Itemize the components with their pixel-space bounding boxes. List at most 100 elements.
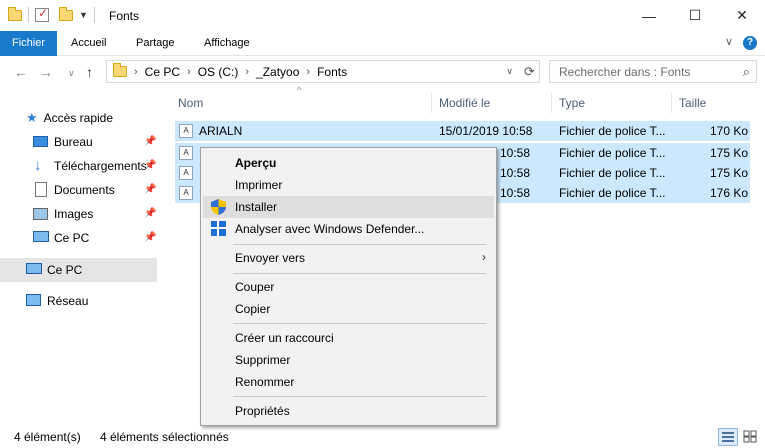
up-icon[interactable]: ↑: [86, 64, 93, 80]
column-divider[interactable]: [671, 93, 672, 113]
tab-view[interactable]: Affichage: [192, 31, 262, 56]
sidebar-item-downloads[interactable]: ↓ Téléchargements 📌: [0, 155, 157, 177]
help-icon[interactable]: ?: [743, 36, 757, 50]
sidebar-item-label: Téléchargements: [54, 159, 147, 173]
menu-item-label: Créer un raccourci: [235, 331, 334, 345]
breadcrumb-separator[interactable]: ›: [187, 66, 191, 78]
pin-icon[interactable]: 📌: [144, 136, 156, 147]
pin-icon[interactable]: 📌: [144, 184, 156, 195]
breadcrumb-separator[interactable]: ›: [245, 66, 249, 78]
menu-item-rename[interactable]: Renommer: [203, 371, 494, 393]
quick-access-toolbar: ▼: [8, 6, 95, 23]
sidebar-item-desktop[interactable]: Bureau 📌: [0, 131, 157, 153]
column-divider[interactable]: [551, 93, 552, 113]
menu-item-send-to[interactable]: Envoyer vers ›: [203, 247, 494, 269]
large-icons-view-icon[interactable]: [741, 428, 761, 446]
menu-item-label: Couper: [235, 280, 275, 294]
details-view-icon[interactable]: [718, 428, 738, 446]
menu-item-properties[interactable]: Propriétés: [203, 400, 494, 422]
menu-item-cut[interactable]: Couper: [203, 276, 494, 298]
column-header-name[interactable]: Nom: [178, 96, 203, 110]
sidebar-item-label: Réseau: [47, 294, 89, 308]
sidebar-item-quick-access[interactable]: ★ Accès rapide: [26, 107, 156, 129]
properties-icon[interactable]: [35, 6, 49, 22]
menu-item-create-shortcut[interactable]: Créer un raccourci: [203, 327, 494, 349]
minimize-button[interactable]: —: [626, 0, 672, 31]
title-bar: ▼ Fonts — ☐ ✕: [0, 0, 765, 31]
menu-item-label: Analyser avec Windows Defender...: [235, 222, 425, 236]
menu-item-preview[interactable]: Aperçu: [203, 152, 494, 174]
breadcrumb-drive[interactable]: OS (C:): [198, 65, 239, 79]
file-modified: 10:58: [500, 146, 531, 160]
sidebar-item-label: Ce PC: [47, 263, 83, 277]
pin-icon[interactable]: 📌: [144, 208, 156, 219]
ribbon-tabs: Fichier Accueil Partage Affichage ∨ ?: [0, 31, 765, 56]
sidebar-item-this-pc-pinned[interactable]: Ce PC 📌: [0, 227, 157, 249]
sidebar-item-pictures[interactable]: Images 📌: [0, 203, 157, 225]
table-row[interactable]: A ARIALN 15/01/2019 10:58 Fichier de pol…: [175, 121, 750, 141]
window-title: Fonts: [109, 9, 140, 23]
folder-icon: [113, 63, 127, 77]
sort-ascending-icon: ^: [297, 85, 302, 95]
back-icon[interactable]: ←: [14, 64, 28, 80]
refresh-icon[interactable]: ⟳: [519, 61, 539, 82]
breadcrumb-separator[interactable]: ›: [306, 66, 310, 78]
file-name: ARIALN: [199, 124, 243, 138]
sidebar-item-label: Ce PC: [54, 231, 90, 245]
menu-item-label: Envoyer vers: [235, 251, 306, 265]
tab-share[interactable]: Partage: [124, 31, 187, 56]
menu-item-label: Imprimer: [235, 178, 283, 192]
breadcrumb-zatyoo[interactable]: _Zatyoo: [256, 65, 299, 79]
menu-item-label: Propriétés: [235, 404, 290, 418]
folder-icon: [8, 6, 22, 21]
menu-item-print[interactable]: Imprimer: [203, 174, 494, 196]
sidebar-item-network[interactable]: Réseau: [0, 290, 157, 312]
pictures-icon: [33, 208, 48, 220]
toolbar-separator: [28, 7, 29, 23]
menu-item-install[interactable]: Installer: [203, 196, 494, 218]
file-type: Fichier de police T...: [559, 146, 666, 160]
menu-item-scan-defender[interactable]: Analyser avec Windows Defender...: [203, 218, 494, 240]
address-bar[interactable]: › Ce PC › OS (C:) › _Zatyoo › Fonts ∨ ⟳: [106, 60, 540, 83]
navigation-bar: ← → ∨ ↑ › Ce PC › OS (C:) › _Zatyoo › Fo…: [0, 56, 765, 88]
file-type: Fichier de police T...: [559, 166, 666, 180]
column-header-size[interactable]: Taille: [679, 96, 706, 110]
tab-home[interactable]: Accueil: [59, 31, 118, 56]
maximize-button[interactable]: ☐: [672, 0, 718, 31]
file-modified: 10:58: [500, 166, 531, 180]
new-folder-icon[interactable]: [59, 6, 73, 21]
sidebar-item-this-pc[interactable]: Ce PC: [0, 258, 157, 282]
toolbar-separator: [93, 7, 95, 23]
menu-separator: [233, 244, 486, 245]
file-size: 175 Ko: [710, 166, 749, 180]
address-dropdown-icon[interactable]: ∨: [506, 66, 513, 77]
large-icons-view-glyph: [743, 430, 757, 443]
menu-separator: [233, 273, 486, 274]
column-header-modified[interactable]: Modifié le: [439, 96, 490, 110]
ribbon-collapse-icon[interactable]: ∨: [725, 35, 733, 48]
search-box[interactable]: Rechercher dans : Fonts ⌕: [549, 60, 757, 83]
file-modified: 15/01/2019 10:58: [439, 124, 533, 138]
menu-item-label: Aperçu: [235, 156, 277, 170]
breadcrumb-this-pc[interactable]: Ce PC: [145, 65, 180, 79]
menu-separator: [233, 323, 486, 324]
customize-toolbar-icon[interactable]: ▼: [79, 10, 88, 20]
file-type: Fichier de police T...: [559, 124, 666, 138]
pin-icon[interactable]: 📌: [144, 232, 156, 243]
recent-locations-icon[interactable]: ∨: [68, 68, 75, 79]
tab-file[interactable]: Fichier: [0, 31, 57, 56]
sidebar-item-label: Images: [54, 207, 94, 221]
close-button[interactable]: ✕: [719, 0, 765, 31]
sidebar-item-documents[interactable]: Documents 📌: [0, 179, 157, 201]
column-header-type[interactable]: Type: [559, 96, 585, 110]
column-divider[interactable]: [431, 93, 432, 113]
search-icon[interactable]: ⌕: [743, 64, 750, 80]
menu-item-copy[interactable]: Copier: [203, 298, 494, 320]
pin-icon[interactable]: 📌: [144, 160, 156, 171]
sidebar-item-label: Bureau: [54, 135, 93, 149]
breadcrumb-fonts[interactable]: Fonts: [317, 65, 347, 79]
forward-icon[interactable]: →: [39, 64, 53, 80]
menu-separator: [233, 396, 486, 397]
menu-item-label: Copier: [235, 302, 271, 316]
menu-item-delete[interactable]: Supprimer: [203, 349, 494, 371]
